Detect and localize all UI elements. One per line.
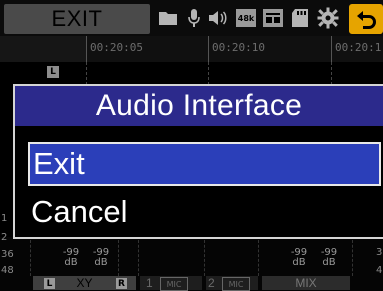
timeline-time: 00:20:05 (90, 41, 143, 54)
db-readout: -99 dB (88, 248, 114, 268)
meter-line (204, 240, 205, 276)
cancel-option[interactable]: Cancel (28, 190, 381, 234)
db-unit: dB (94, 257, 108, 268)
sample-rate-icon[interactable]: 48k (234, 6, 258, 30)
meter-line (352, 240, 353, 276)
cancel-option-label: Cancel (31, 194, 128, 229)
channel-xy-right-tag: R (116, 278, 127, 289)
channel-1-label: 1 (146, 276, 153, 290)
meter-line (138, 240, 139, 276)
back-button[interactable] (349, 4, 383, 34)
channel-1-mic-tag: MIC (160, 277, 188, 291)
db-readout: -99 dB (58, 248, 84, 268)
channel-xy-left-tag: L (44, 278, 55, 289)
track-left-badge: L (47, 66, 59, 78)
settings-icon[interactable] (316, 6, 340, 30)
timeline-time: 00:20:1 (335, 41, 382, 54)
exit-button-label: EXIT (51, 6, 103, 31)
exit-button[interactable]: EXIT (4, 4, 150, 34)
db-unit: dB (322, 257, 336, 268)
meter-line (118, 240, 119, 276)
timeline-tick (208, 36, 209, 62)
timeline-tick (331, 36, 332, 62)
speaker-icon[interactable] (206, 6, 230, 30)
scale-mark: 4 (376, 265, 383, 276)
folder-icon[interactable] (156, 6, 180, 30)
dialog-title: Audio Interface (15, 86, 383, 126)
timeline-time: 00:20:10 (212, 41, 265, 54)
db-unit: dB (292, 257, 306, 268)
microphone-icon[interactable] (182, 6, 206, 30)
timeline-gutter (0, 36, 86, 62)
db-unit: dB (64, 257, 78, 268)
db-readout: -99 dB (316, 248, 342, 268)
channel-mix[interactable]: MIX (262, 276, 350, 290)
meter-line (30, 240, 31, 276)
recorder-screen: EXIT 48k 00:20:05 00:20:10 00:20:1 L 1 2… (0, 0, 383, 291)
channel-mix-label: MIX (295, 276, 317, 290)
audio-interface-dialog: Audio Interface Exit Cancel (13, 84, 383, 239)
timeline-tick (86, 36, 87, 62)
exit-option[interactable]: Exit (28, 142, 381, 186)
channel-2-mic-tag: MIC (222, 277, 250, 291)
scale-mark: 48 (1, 265, 14, 276)
sd-card-icon[interactable] (288, 6, 312, 30)
channel-2-label: 2 (208, 276, 215, 290)
channel-xy-label: XY (76, 276, 93, 290)
scale-mark: 2 (1, 232, 8, 243)
scale-mark: 3 (376, 247, 383, 258)
file-format-icon[interactable] (261, 6, 285, 30)
db-readout: -99 dB (286, 248, 312, 268)
scale-mark: 36 (1, 249, 14, 260)
back-icon (357, 11, 376, 29)
exit-option-label: Exit (33, 146, 85, 181)
meter-line (258, 240, 259, 276)
top-toolbar: EXIT 48k (0, 0, 383, 36)
timeline: 00:20:05 00:20:10 00:20:1 (0, 36, 383, 62)
sample-rate-text: 48k (238, 14, 255, 23)
scale-mark: 1 (1, 213, 8, 224)
